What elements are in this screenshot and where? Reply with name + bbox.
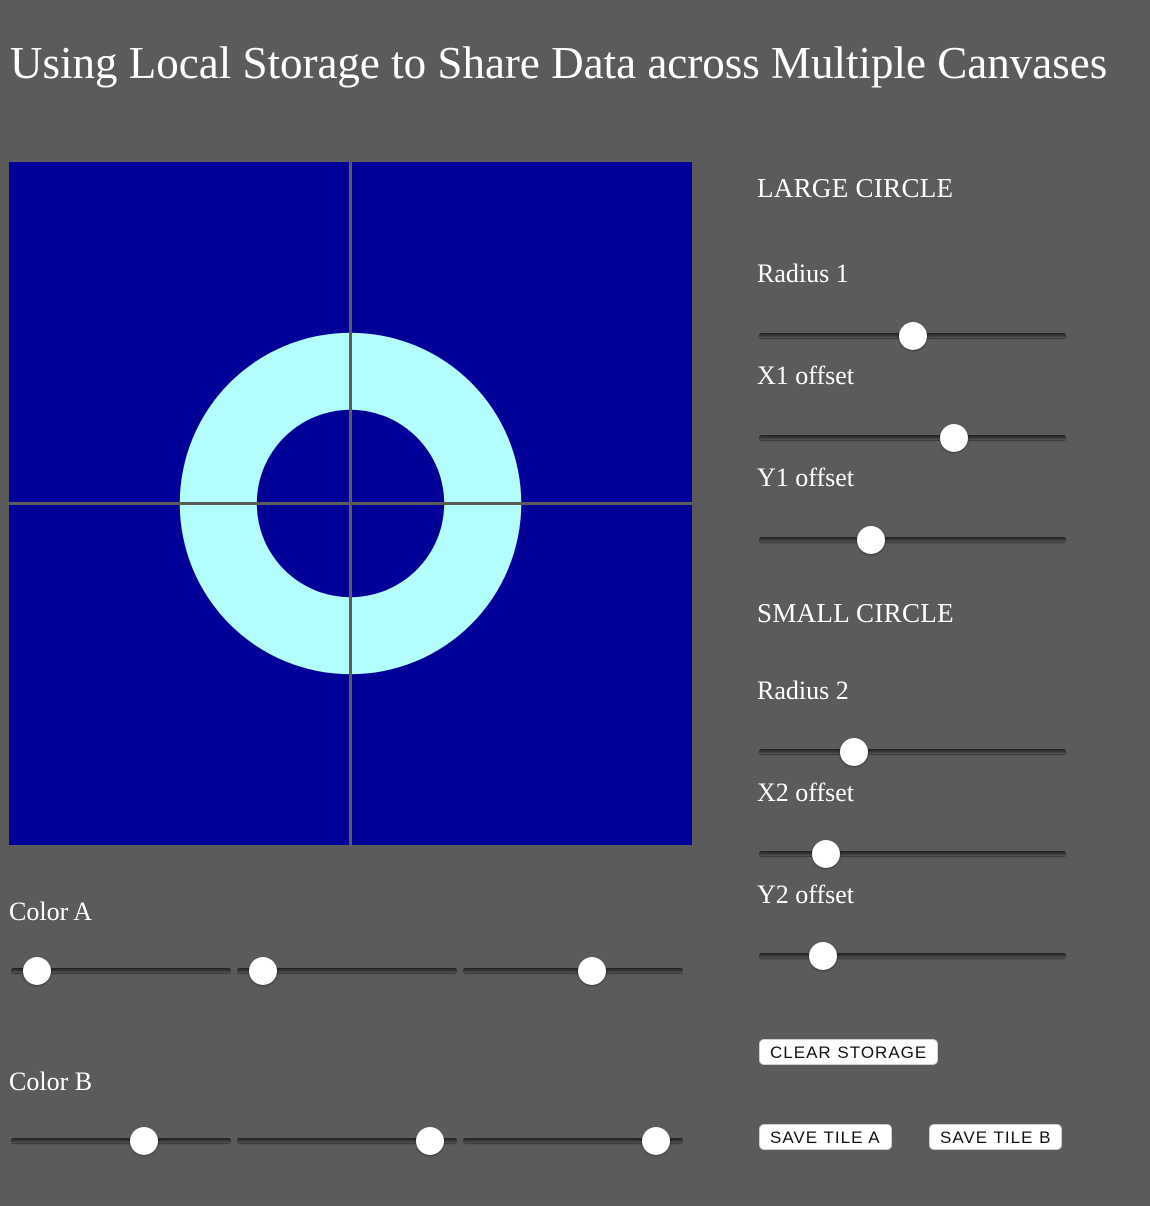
x1-offset-label: X1 offset (757, 361, 855, 390)
slider-track (463, 968, 683, 973)
y2-offset-label: Y2 offset (757, 880, 855, 909)
large-circle-heading: LARGE CIRCLE (757, 173, 954, 203)
slider-track (11, 1138, 231, 1143)
y1-offset-label: Y1 offset (757, 463, 855, 492)
slider-thumb[interactable] (248, 957, 277, 985)
save-tile-b-button[interactable]: SAVE TILE B (929, 1124, 1063, 1150)
y1-offset-slider[interactable] (759, 526, 1066, 556)
color-b-blue-slider[interactable] (463, 1127, 683, 1157)
slider-track (759, 749, 1066, 754)
color-a-red-slider[interactable] (11, 957, 231, 987)
radius-1-label: Radius 1 (757, 259, 849, 288)
slider-thumb[interactable] (130, 1127, 159, 1155)
slider-thumb[interactable] (641, 1127, 670, 1155)
color-a-label: Color A (9, 897, 93, 926)
slider-thumb[interactable] (898, 322, 927, 350)
slider-thumb[interactable] (940, 424, 969, 452)
radius-2-slider[interactable] (759, 738, 1066, 768)
x2-offset-slider[interactable] (759, 840, 1066, 870)
slider-thumb[interactable] (856, 526, 885, 554)
color-b-green-slider[interactable] (237, 1127, 457, 1157)
page: Using Local Storage to Share Data across… (0, 0, 1150, 1206)
y2-offset-slider[interactable] (759, 942, 1066, 972)
slider-track (759, 851, 1066, 856)
clear-storage-button[interactable]: CLEAR STORAGE (759, 1039, 939, 1065)
color-b-label: Color B (9, 1067, 93, 1096)
x2-offset-label: X2 offset (757, 778, 855, 807)
slider-thumb[interactable] (812, 840, 840, 868)
slider-thumb[interactable] (22, 957, 51, 985)
radius-1-slider[interactable] (759, 322, 1066, 352)
color-a-blue-slider[interactable] (463, 957, 683, 987)
page-title: Using Local Storage to Share Data across… (10, 38, 1108, 88)
slider-thumb[interactable] (839, 738, 868, 766)
color-b-red-slider[interactable] (11, 1127, 231, 1157)
slider-track (759, 537, 1066, 542)
color-a-green-slider[interactable] (237, 957, 457, 987)
slider-track (759, 435, 1066, 440)
x1-offset-slider[interactable] (759, 424, 1066, 454)
slider-thumb[interactable] (809, 942, 838, 970)
drawing-canvas[interactable] (9, 162, 692, 845)
small-circle-heading: SMALL CIRCLE (757, 598, 954, 628)
slider-track (759, 953, 1066, 958)
slider-thumb[interactable] (578, 957, 607, 985)
save-tile-a-button[interactable]: SAVE TILE A (759, 1124, 892, 1150)
radius-2-label: Radius 2 (757, 676, 849, 705)
slider-thumb[interactable] (415, 1127, 444, 1155)
